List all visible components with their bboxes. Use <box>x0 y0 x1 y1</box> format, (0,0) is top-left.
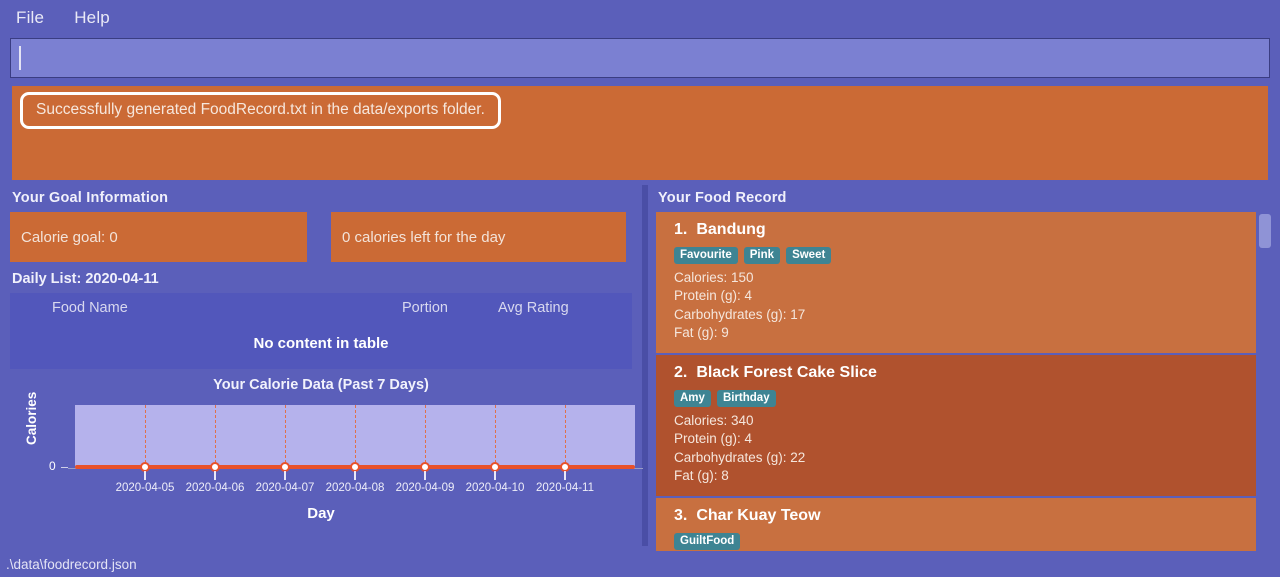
chart-x-tick-label: 2020-04-11 <box>536 482 594 494</box>
chart-gridline <box>215 405 216 468</box>
food-item-protein: Protein (g): 4 <box>674 431 753 447</box>
goal-panel-title: Your Goal Information <box>12 190 169 206</box>
food-list-scrollbar[interactable] <box>1258 212 1272 552</box>
chart-x-tick <box>214 471 216 480</box>
status-banner: Successfully generated FoodRecord.txt in… <box>12 86 1268 180</box>
chart-x-tick <box>354 471 356 480</box>
food-item-tags: GuiltFood <box>674 531 1256 550</box>
food-item-calories: Calories: 340 <box>674 412 754 428</box>
calorie-goal-box: Calorie goal: 0 <box>10 212 307 262</box>
column-header-portion[interactable]: Portion <box>402 300 498 316</box>
food-item-fat: Fat (g): 8 <box>674 468 729 484</box>
chart-x-tick <box>494 471 496 480</box>
table-header-row: Food Name Portion Avg Rating <box>10 293 632 316</box>
calories-left-box: 0 calories left for the day <box>331 212 626 262</box>
chart-x-tick-label: 2020-04-10 <box>465 482 525 494</box>
main-content: Your Goal Information Calorie goal: 0 0 … <box>0 185 1280 552</box>
food-item-title: 2. Black Forest Cake Slice <box>674 364 1256 382</box>
food-tag-badge[interactable]: Sweet <box>786 247 832 264</box>
chart-title: Your Calorie Data (Past 7 Days) <box>213 377 429 393</box>
food-item-tags: Favourite Pink Sweet <box>674 245 1256 264</box>
food-record-item[interactable]: 1. Bandung Favourite Pink Sweet Calories: 150… <box>656 212 1256 353</box>
chart-x-tick <box>284 471 286 480</box>
food-item-title: 1. Bandung <box>674 221 1256 239</box>
chart-y-tick-0: 0 <box>49 459 56 473</box>
food-tag-badge[interactable]: Birthday <box>716 389 776 407</box>
chart-gridline <box>425 405 426 468</box>
food-item-protein: Protein (g): 4 <box>674 288 753 304</box>
status-bar: .\data\foodrecord.json <box>0 551 1280 577</box>
food-item-carbohydrates: Carbohydrates (g): 22 <box>674 449 806 465</box>
food-item-carbohydrates: Carbohydrates (g): 17 <box>674 306 806 322</box>
chart-plot-area <box>75 405 635 468</box>
food-item-name: Char Kuay Teow <box>696 506 821 524</box>
chart-gridline <box>565 405 566 468</box>
chart-x-tick-label: 2020-04-08 <box>325 482 385 494</box>
daily-list-table: Food Name Portion Avg Rating No content … <box>10 293 632 369</box>
food-item-calories: Calories: 150 <box>674 270 754 285</box>
status-bar-path: .\data\foodrecord.json <box>6 556 137 572</box>
food-record-title: Your Food Record <box>658 190 787 206</box>
food-item-fat: Fat (g): 9 <box>674 325 729 341</box>
food-record-panel: Your Food Record 1. Bandung Favourite Pink S… <box>648 185 1280 552</box>
status-banner-message: Successfully generated FoodRecord.txt in… <box>20 92 501 129</box>
daily-list-label: Daily List: 2020-04-11 <box>12 271 159 287</box>
food-tag-badge[interactable]: Pink <box>743 247 781 264</box>
menu-item-file[interactable]: File <box>16 8 44 28</box>
chart-y-axis-label: Calories <box>24 391 39 445</box>
menu-item-help[interactable]: Help <box>74 8 110 28</box>
chart-y-tick-mark <box>61 467 68 468</box>
food-tag-badge[interactable]: Amy <box>674 389 711 407</box>
entry-container <box>0 36 1280 82</box>
food-list-scrollbar-thumb[interactable] <box>1259 214 1271 248</box>
chart-x-tick <box>564 471 566 480</box>
food-item-index: 2. <box>674 363 688 381</box>
column-header-avg-rating[interactable]: Avg Rating <box>498 300 608 316</box>
command-input[interactable] <box>10 38 1270 78</box>
food-item-name: Black Forest Cake Slice <box>696 363 877 381</box>
food-item-index: 1. <box>674 221 688 238</box>
chart-gridline <box>145 405 146 468</box>
chart-x-tick-label: 2020-04-06 <box>185 482 245 494</box>
food-item-name: Bandung <box>696 221 766 238</box>
food-record-item[interactable]: 2. Black Forest Cake Slice Amy Birthday Calo… <box>656 354 1256 496</box>
chart-x-axis-label: Day <box>307 505 335 522</box>
calorie-chart: Your Calorie Data (Past 7 Days) Calories… <box>10 375 643 530</box>
text-cursor <box>19 46 21 70</box>
chart-x-tick-label: 2020-04-05 <box>115 482 175 494</box>
chart-gridline <box>285 405 286 468</box>
chart-gridline <box>355 405 356 468</box>
chart-gridline <box>495 405 496 468</box>
chart-x-tick-label: 2020-04-09 <box>395 482 455 494</box>
chart-x-tick <box>144 471 146 480</box>
food-tag-badge[interactable]: GuiltFood <box>674 532 741 550</box>
chart-plot-region: Calories 0 2020-04-05 2020-04-06 2020-04-0… <box>10 391 643 522</box>
food-item-title: 3. Char Kuay Teow <box>674 507 1256 525</box>
column-header-food-name[interactable]: Food Name <box>10 300 402 316</box>
table-empty-message: No content in table <box>253 335 389 352</box>
chart-x-tick <box>424 471 426 480</box>
food-item-index: 3. <box>674 506 688 524</box>
chart-x-tick-label: 2020-04-07 <box>255 482 315 494</box>
food-tag-badge[interactable]: Favourite <box>674 247 738 264</box>
goal-information-panel: Your Goal Information Calorie goal: 0 0 … <box>0 185 643 546</box>
food-item-tags: Amy Birthday <box>674 388 1256 407</box>
food-record-item[interactable]: 3.Char Kuay TeowGuiltFoodCalories: 742 <box>656 497 1256 552</box>
food-record-list[interactable]: 1. Bandung Favourite Pink Sweet Calories: 150… <box>656 212 1272 552</box>
goal-boxes-row: Calorie goal: 0 0 calories left for the … <box>10 212 632 262</box>
menu-bar: File Help <box>0 0 1280 36</box>
